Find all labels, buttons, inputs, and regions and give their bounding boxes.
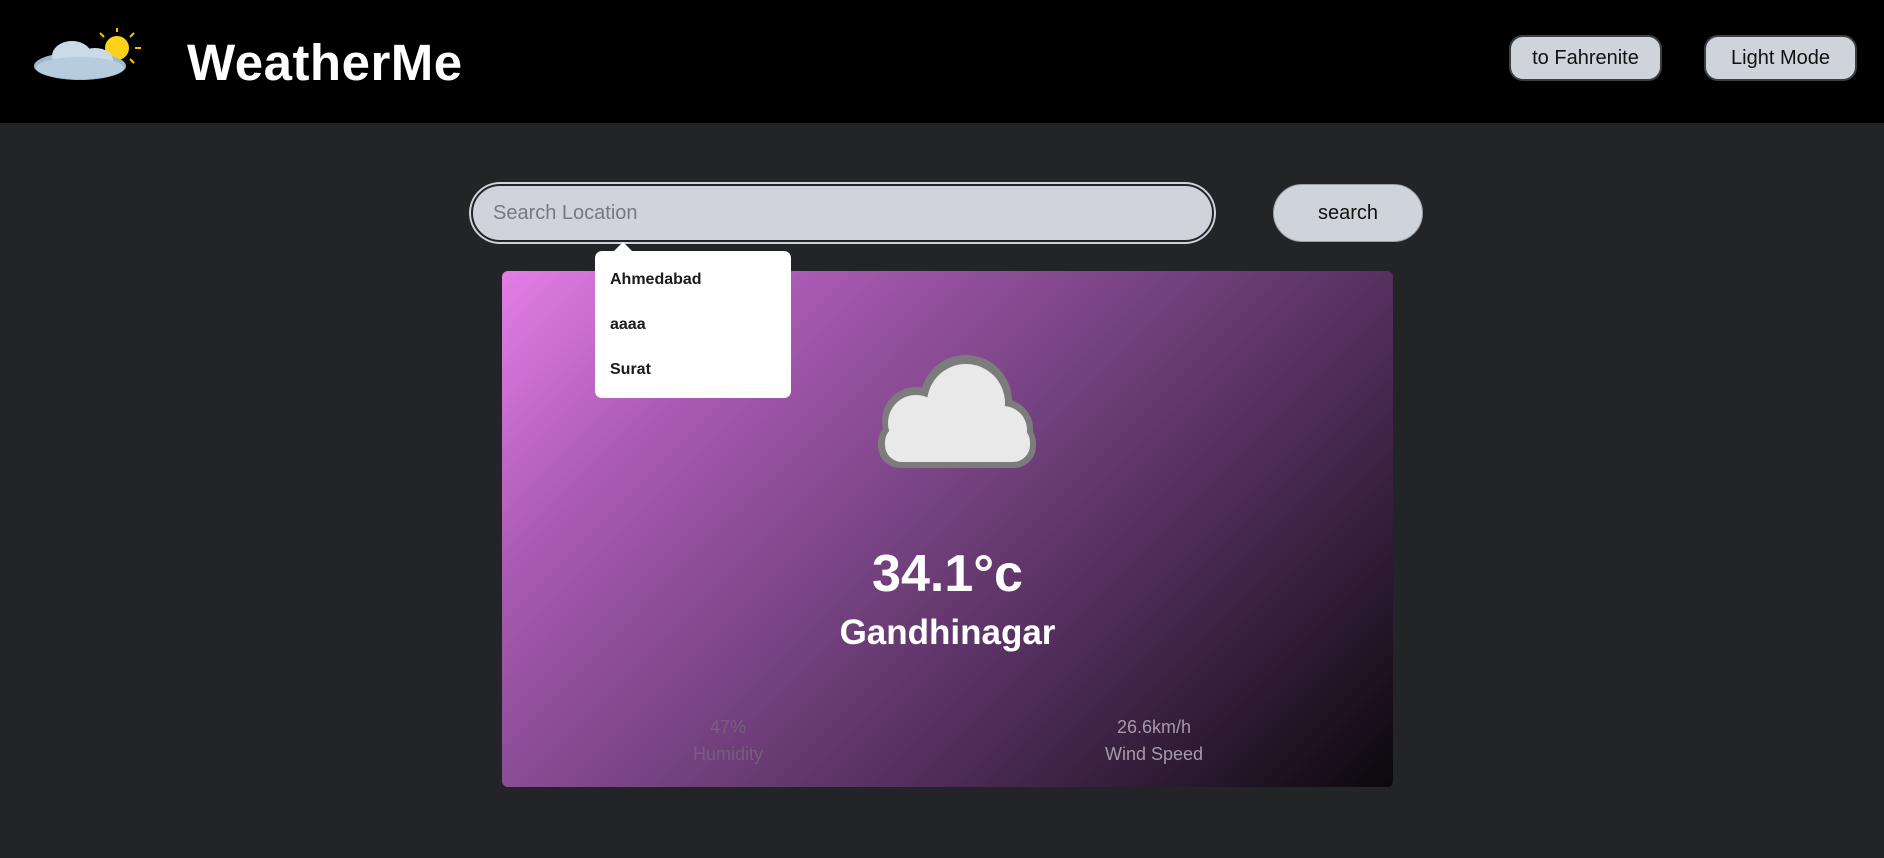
theme-toggle-button[interactable]: Light Mode xyxy=(1704,35,1857,81)
suggestion-item[interactable]: aaaa xyxy=(610,316,791,361)
app-header: WeatherMe to Fahrenite Light Mode xyxy=(0,0,1884,123)
humidity-stat: 47% Humidity xyxy=(628,714,828,768)
city-name: Gandhinagar xyxy=(839,613,1056,652)
suggestion-item[interactable]: Surat xyxy=(610,361,791,406)
search-button[interactable]: search xyxy=(1273,184,1423,242)
search-suggestions-dropdown: Ahmedabad aaaa Surat xyxy=(595,242,791,398)
suggestion-item[interactable]: Ahmedabad xyxy=(610,271,791,316)
humidity-value: 47% xyxy=(709,717,747,737)
humidity-label: Humidity xyxy=(692,744,763,764)
unit-toggle-button[interactable]: to Fahrenite xyxy=(1509,35,1662,81)
search-input[interactable] xyxy=(471,184,1214,242)
wind-stat: 26.6km/h Wind Speed xyxy=(1054,714,1254,768)
wind-speed-label: Wind Speed xyxy=(1104,744,1204,764)
partly-cloudy-logo-icon xyxy=(34,28,141,80)
wind-speed-value: 26.6km/h xyxy=(1116,717,1192,737)
app-title: WeatherMe xyxy=(187,34,463,91)
cloud-icon xyxy=(878,355,1036,468)
temperature-value: 34.1°c xyxy=(872,545,1023,603)
